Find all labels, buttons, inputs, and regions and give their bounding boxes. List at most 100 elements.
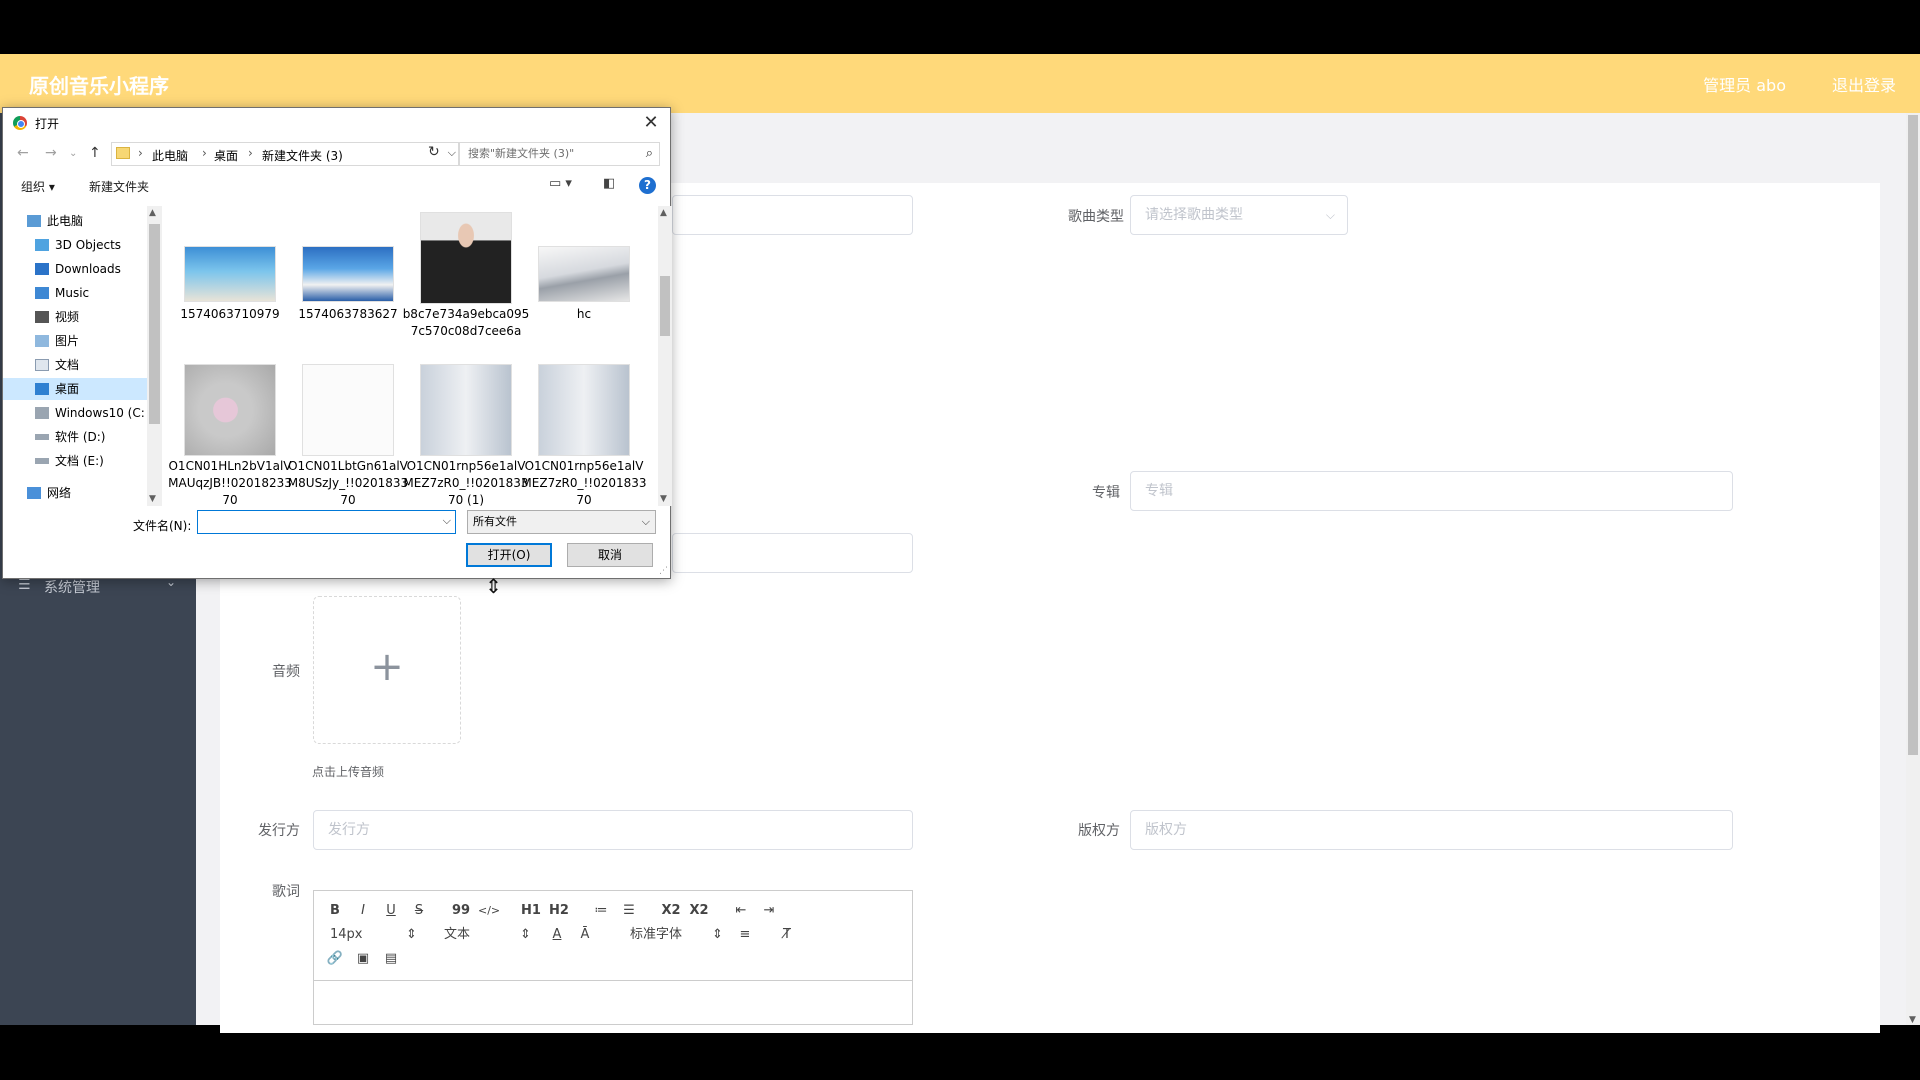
song-type-placeholder: 请选择歌曲类型 <box>1145 207 1243 223</box>
background-color-icon[interactable]: Ā <box>574 925 596 945</box>
tree-item-drive-d[interactable]: 软件 (D:) <box>35 426 147 448</box>
text-style-select[interactable]: 文本 ⇕ <box>444 925 534 945</box>
picture-icon <box>35 335 49 347</box>
cancel-button[interactable]: 取消 <box>567 543 653 567</box>
scroll-down-icon[interactable]: ▼ <box>660 494 667 504</box>
document-icon <box>35 359 49 371</box>
singer-input[interactable] <box>672 533 913 573</box>
menu-lines-icon: ☰ <box>18 577 31 593</box>
superscript-button[interactable]: X2 <box>688 901 710 921</box>
breadcrumb-this-pc[interactable]: 此电脑 <box>152 147 188 164</box>
tree-scrollbar[interactable]: ▲ ▼ <box>147 206 162 506</box>
copyright-placeholder: 版权方 <box>1145 822 1187 838</box>
dialog-title-bar: 打开 ✕ <box>3 108 670 138</box>
tree-item-label: Windows10 (C: <box>55 406 145 420</box>
audio-upload-box[interactable]: + <box>313 596 461 744</box>
song-type-label: 歌曲类型 <box>1068 209 1124 225</box>
cube-icon <box>35 239 49 251</box>
indent-icon[interactable]: ⇥ <box>758 901 780 921</box>
strike-button[interactable]: S <box>408 901 430 921</box>
refresh-icon[interactable]: ↻ <box>428 144 440 160</box>
page-scrollbar[interactable]: ▼ <box>1906 113 1920 1025</box>
address-bar[interactable]: › 此电脑 › 桌面 › 新建文件夹 (3) ⌵ <box>111 142 459 166</box>
close-icon[interactable]: ✕ <box>638 110 664 136</box>
image-icon[interactable]: ▣ <box>352 949 374 969</box>
quote-button[interactable]: 99 <box>450 901 472 921</box>
subscript-button[interactable]: X2 <box>660 901 682 921</box>
file-name: O1CN01rnp56e1alVMEZ7zR0_!!020183370 (1) <box>403 459 529 506</box>
tree-item-drive-c[interactable]: Windows10 (C: <box>35 402 147 424</box>
page-scrollbar-thumb[interactable] <box>1908 115 1918 755</box>
tree-item-label: 3D Objects <box>55 238 122 252</box>
copyright-input[interactable]: 版权方 <box>1130 810 1733 850</box>
tree-item-drive-e[interactable]: 文档 (E:) <box>35 450 147 472</box>
search-input[interactable]: 搜索"新建文件夹 (3)" ⌕ <box>459 142 660 166</box>
lyrics-editor[interactable]: B I U S 99 </> H1 H2 ≔ ☰ X2 X2 ⇤ ⇥ 14px ⇕… <box>313 890 913 1025</box>
preview-pane-icon[interactable]: ◧ <box>603 176 615 191</box>
files-scrollbar[interactable]: ▲ ▼ <box>658 206 672 506</box>
scroll-down-icon[interactable]: ▼ <box>1909 1015 1916 1025</box>
bold-button[interactable]: B <box>324 901 346 921</box>
view-options-icon[interactable]: ▭ ▾ <box>549 176 572 191</box>
publisher-input[interactable]: 发行方 <box>313 810 913 850</box>
up-arrow-icon[interactable]: ↑ <box>89 145 101 161</box>
album-label: 专辑 <box>1092 485 1120 501</box>
video-icon[interactable]: ▤ <box>380 949 402 969</box>
music-icon <box>35 287 49 299</box>
tree-item-music[interactable]: Music <box>35 282 147 304</box>
logout-link[interactable]: 退出登录 <box>1832 72 1896 96</box>
scroll-up-icon[interactable]: ▲ <box>149 208 156 218</box>
back-arrow-icon[interactable]: ← <box>17 145 29 161</box>
font-size-select[interactable]: 14px ⇕ <box>330 925 420 945</box>
filename-input[interactable]: ⌵ <box>197 510 456 534</box>
bullet-list-icon[interactable]: ☰ <box>618 901 640 921</box>
align-icon[interactable]: ≡ <box>734 925 756 945</box>
tree-item-network[interactable]: 网络 <box>27 482 147 504</box>
heading1-button[interactable]: H1 <box>520 901 542 921</box>
outdent-icon[interactable]: ⇤ <box>730 901 752 921</box>
forward-arrow-icon[interactable]: → <box>45 145 57 161</box>
organize-button[interactable]: 组织 ▾ <box>21 178 55 195</box>
italic-button[interactable]: I <box>352 901 374 921</box>
plus-icon: + <box>370 644 404 690</box>
tree-item-label: 文档 <box>55 358 80 372</box>
tree-scrollbar-thumb[interactable] <box>149 224 160 424</box>
song-name-input[interactable] <box>672 195 913 235</box>
ordered-list-icon[interactable]: ≔ <box>590 901 612 921</box>
tree-item-pictures[interactable]: 图片 <box>35 330 147 352</box>
breadcrumb-new-folder[interactable]: 新建文件夹 (3) <box>262 147 343 164</box>
song-type-select[interactable]: 请选择歌曲类型 ⌵ <box>1130 195 1348 235</box>
link-icon[interactable]: 🔗 <box>324 949 346 969</box>
app-brand: 原创音乐小程序 <box>29 74 169 98</box>
tree-item-downloads[interactable]: Downloads <box>35 258 147 280</box>
chevron-down-icon[interactable]: ⌵ <box>448 146 456 160</box>
scroll-down-icon[interactable]: ▼ <box>149 494 156 504</box>
font-color-icon[interactable]: A <box>546 925 568 945</box>
album-placeholder: 专辑 <box>1145 483 1173 499</box>
tree-item-3d-objects[interactable]: 3D Objects <box>35 234 147 256</box>
chevron-right-icon: › <box>138 146 143 160</box>
tree-item-videos[interactable]: 视频 <box>35 306 147 328</box>
code-block-button[interactable]: </> <box>478 901 500 921</box>
help-icon[interactable]: ? <box>639 177 656 194</box>
tree-item-this-pc[interactable]: 此电脑 <box>27 210 147 232</box>
new-folder-button[interactable]: 新建文件夹 <box>89 178 149 195</box>
scroll-up-icon[interactable]: ▲ <box>660 208 667 218</box>
heading2-button[interactable]: H2 <box>548 901 570 921</box>
breadcrumb-desktop[interactable]: 桌面 <box>214 147 238 164</box>
font-family-select[interactable]: 标准字体 ⇕ <box>630 925 726 945</box>
open-button[interactable]: 打开(O) <box>466 543 552 567</box>
files-scrollbar-thumb[interactable] <box>660 276 670 336</box>
clear-format-icon[interactable]: T̸ <box>776 925 798 945</box>
file-type-select[interactable]: 所有文件 ⌵ <box>467 510 656 534</box>
album-input[interactable]: 专辑 <box>1130 471 1733 511</box>
computer-icon <box>27 215 41 227</box>
tree-item-documents[interactable]: 文档 <box>35 354 147 376</box>
recent-dropdown-icon[interactable]: ⌄ <box>69 148 77 159</box>
publisher-label: 发行方 <box>258 823 300 839</box>
resize-grip-icon[interactable]: ⋰ <box>659 566 668 576</box>
underline-button[interactable]: U <box>380 901 402 921</box>
tree-item-desktop[interactable]: 桌面 <box>3 378 147 400</box>
chevron-down-icon[interactable]: ⌵ <box>443 514 451 528</box>
admin-user-label[interactable]: 管理员 abo <box>1703 72 1786 96</box>
